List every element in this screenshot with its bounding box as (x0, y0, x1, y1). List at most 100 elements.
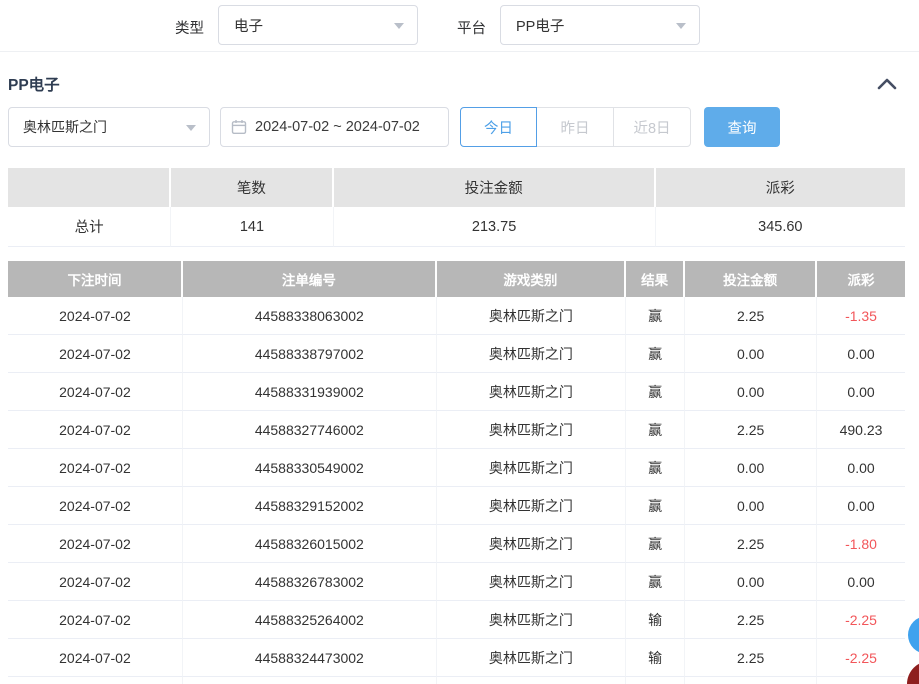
table-row: 2024-07-0244588326783002奥林匹斯之门赢0.000.00 (8, 563, 905, 601)
cell-bet-amount: 2.25 (685, 411, 817, 449)
platform-select[interactable]: PP电子 (500, 5, 700, 45)
cell-bet-amount: 0.00 (685, 373, 817, 411)
cell-bet-amount: 0.00 (685, 335, 817, 373)
cell-bet-id: 44588330549002 (183, 449, 437, 487)
cell-result: 赢 (626, 487, 685, 525)
cell-bet-time: 2024-07-02 (8, 335, 183, 373)
collapse-section-button[interactable] (877, 77, 897, 90)
yesterday-button[interactable]: 昨日 (536, 107, 614, 147)
records-header-game-type: 游戏类别 (437, 261, 626, 297)
cell-payout: 490.23 (817, 411, 905, 449)
cell-bet-id: 44588331939002 (183, 373, 437, 411)
cell-bet-amount (685, 677, 817, 684)
cell-bet-amount: 2.25 (685, 601, 817, 639)
chevron-up-icon (877, 77, 897, 90)
summary-header-row: 笔数 投注金额 派彩 (8, 168, 905, 207)
records-table-container: 下注时间 注单编号 游戏类别 结果 投注金额 派彩 2024-07-024458… (8, 261, 905, 684)
cell-bet-amount: 2.25 (685, 297, 817, 335)
cell-bet-time: 2024-07-02 (8, 373, 183, 411)
cell-result: 赢 (626, 297, 685, 335)
cell-game-type: 奥林匹斯之门 (437, 373, 626, 411)
today-button[interactable]: 今日 (460, 107, 537, 147)
last-8-days-button[interactable]: 近8日 (613, 107, 691, 147)
cell-bet-amount: 0.00 (685, 487, 817, 525)
caret-down-icon (394, 23, 404, 29)
search-button[interactable]: 查询 (704, 107, 780, 147)
cell-bet-id: 44588326783002 (183, 563, 437, 601)
section-header: PP电子 (0, 62, 919, 105)
cell-bet-id: 44588329152002 (183, 487, 437, 525)
table-row: 2024-07-0244588327746002奥林匹斯之门赢2.25490.2… (8, 411, 905, 449)
top-filter-bar: 类型 电子 平台 PP电子 (0, 0, 919, 52)
cell-result: 赢 (626, 525, 685, 563)
cell-game-type: 奥林匹斯之门 (437, 487, 626, 525)
game-select[interactable]: 奥林匹斯之门 (8, 107, 210, 147)
cell-bet-id (183, 677, 437, 684)
cell-payout: -2.25 (817, 639, 905, 677)
cell-result (626, 677, 685, 684)
cell-game-type: 奥林匹斯之门 (437, 335, 626, 373)
cell-payout: 0.00 (817, 449, 905, 487)
cell-bet-time: 2024-07-02 (8, 601, 183, 639)
date-range-value: 2024-07-02 ~ 2024-07-02 (255, 119, 420, 135)
table-row: 2024-07-0244588331939002奥林匹斯之门赢0.000.00 (8, 373, 905, 411)
cell-game-type: 奥林匹斯之门 (437, 639, 626, 677)
filter-row: 奥林匹斯之门 2024-07-02 ~ 2024-07-02 今日 昨日 近8日… (8, 107, 780, 147)
type-select[interactable]: 电子 (218, 5, 418, 45)
cell-bet-amount: 2.25 (685, 639, 817, 677)
cell-result: 赢 (626, 373, 685, 411)
summary-header-count: 笔数 (171, 168, 333, 207)
table-row: 2024-07-0244588338797002奥林匹斯之门赢0.000.00 (8, 335, 905, 373)
cell-bet-amount: 0.00 (685, 449, 817, 487)
cell-bet-time: 2024-07-02 (8, 639, 183, 677)
summary-total-payout: 345.60 (656, 207, 905, 247)
table-row: 2024-07-0244588326015002奥林匹斯之门赢2.25-1.80 (8, 525, 905, 563)
records-table-body: 2024-07-0244588338063002奥林匹斯之门赢2.25-1.35… (8, 297, 905, 684)
cell-bet-time: 2024-07-02 (8, 411, 183, 449)
platform-label: 平台 (457, 17, 486, 38)
cell-game-type: 奥林匹斯之门 (437, 525, 626, 563)
cell-game-type: 奥林匹斯之门 (437, 563, 626, 601)
table-row: 2024-07-0244588329152002奥林匹斯之门赢0.000.00 (8, 487, 905, 525)
quick-date-button-group: 今日 昨日 近8日 (460, 107, 691, 147)
caret-down-icon (676, 23, 686, 29)
cell-result: 赢 (626, 563, 685, 601)
cell-result: 赢 (626, 335, 685, 373)
type-select-value: 电子 (234, 15, 263, 36)
section-title: PP电子 (8, 73, 60, 95)
records-header-row: 下注时间 注单编号 游戏类别 结果 投注金额 派彩 (8, 261, 905, 297)
cell-bet-amount: 2.25 (685, 525, 817, 563)
cell-payout: 0.00 (817, 335, 905, 373)
summary-header-payout: 派彩 (656, 168, 905, 207)
cell-game-type (437, 677, 626, 684)
records-header-result: 结果 (626, 261, 685, 297)
cell-result: 赢 (626, 449, 685, 487)
cell-bet-id: 44588324473002 (183, 639, 437, 677)
cell-payout: 0.00 (817, 373, 905, 411)
cell-bet-time: 2024-07-02 (8, 563, 183, 601)
table-row-partial (8, 677, 905, 684)
summary-header-blank (8, 168, 171, 207)
table-row: 2024-07-0244588338063002奥林匹斯之门赢2.25-1.35 (8, 297, 905, 335)
records-header-bet-amount: 投注金额 (685, 261, 817, 297)
cell-bet-id: 44588326015002 (183, 525, 437, 563)
cell-game-type: 奥林匹斯之门 (437, 297, 626, 335)
cell-result: 输 (626, 639, 685, 677)
cell-bet-time: 2024-07-02 (8, 487, 183, 525)
cell-result: 赢 (626, 411, 685, 449)
table-row: 2024-07-0244588325264002奥林匹斯之门输2.25-2.25 (8, 601, 905, 639)
cell-payout: 0.00 (817, 487, 905, 525)
records-header-bet-id: 注单编号 (183, 261, 437, 297)
cell-bet-id: 44588338797002 (183, 335, 437, 373)
cell-payout: -1.35 (817, 297, 905, 335)
floating-action-red-button[interactable] (907, 661, 919, 684)
records-table: 下注时间 注单编号 游戏类别 结果 投注金额 派彩 2024-07-024458… (8, 261, 905, 684)
summary-total-bet-amount: 213.75 (334, 207, 656, 247)
cell-bet-time: 2024-07-02 (8, 297, 183, 335)
table-row: 2024-07-0244588330549002奥林匹斯之门赢0.000.00 (8, 449, 905, 487)
game-select-value: 奥林匹斯之门 (23, 117, 107, 137)
caret-down-icon (186, 125, 196, 131)
date-range-input[interactable]: 2024-07-02 ~ 2024-07-02 (220, 107, 449, 147)
floating-action-blue-button[interactable] (908, 616, 919, 654)
summary-total-count: 141 (171, 207, 333, 247)
